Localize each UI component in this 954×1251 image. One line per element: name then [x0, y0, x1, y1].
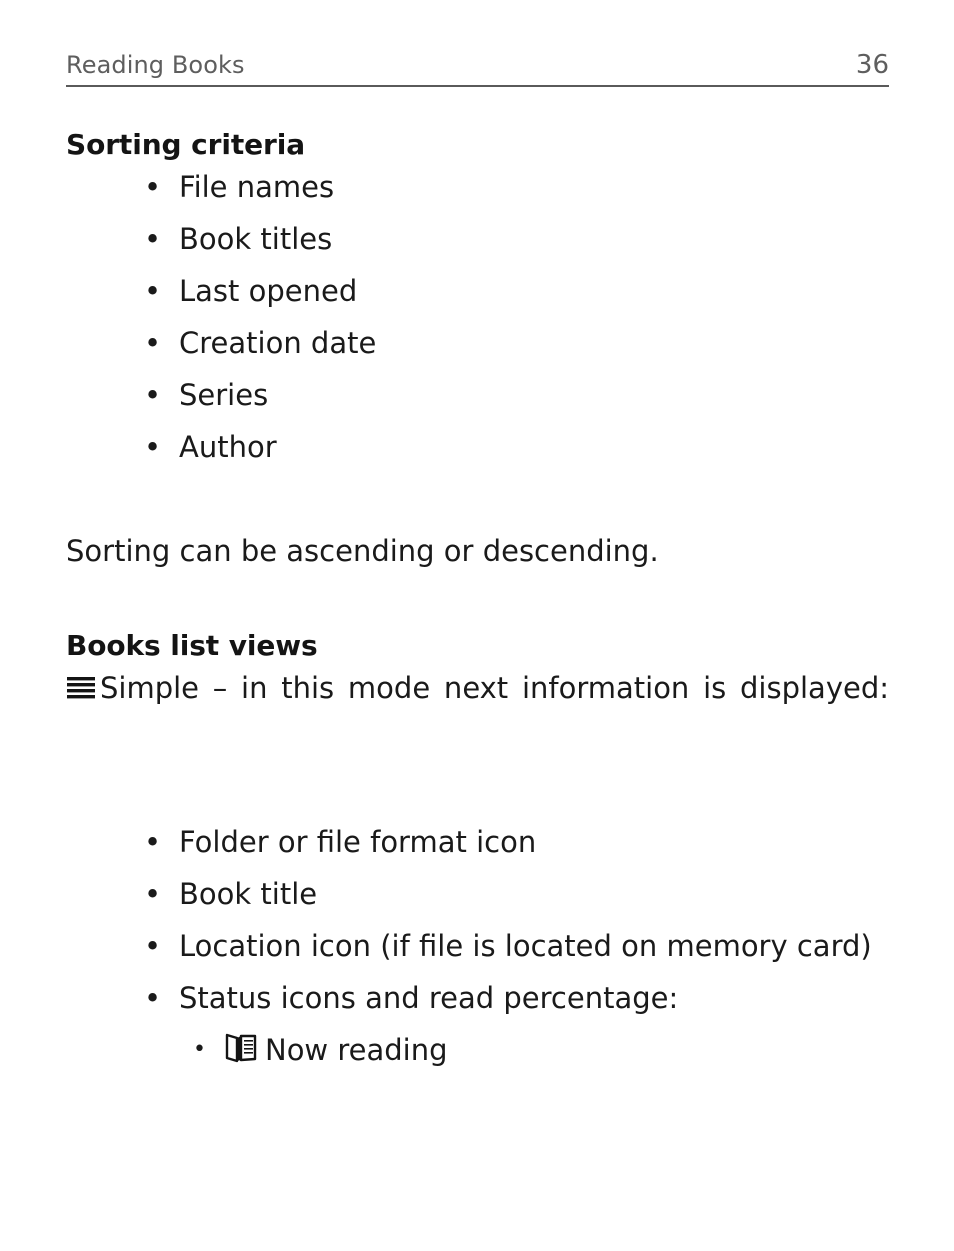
- simple-view-item-list: • Folder or file format icon • Book titl…: [66, 816, 889, 1024]
- list-item: • File names: [66, 161, 889, 213]
- sorting-criteria-list: • File names • Book titles • Last opened…: [66, 161, 889, 473]
- bullet-icon: •: [144, 326, 162, 361]
- list-item: • Author: [66, 421, 889, 473]
- list-item-label: Status icons and read percentage:: [179, 981, 679, 1016]
- list-item-label: Last opened: [179, 274, 358, 309]
- list-item: • Now reading: [66, 1024, 889, 1076]
- list-item: • Book title: [66, 868, 889, 920]
- bullet-icon: •: [144, 825, 162, 860]
- bullet-icon: •: [144, 170, 162, 205]
- bullet-icon: •: [144, 222, 162, 257]
- sorting-note-paragraph: Sorting can be ascending or descending.: [66, 534, 659, 569]
- list-item-label: Now reading: [265, 1033, 448, 1068]
- bullet-icon: •: [144, 378, 162, 413]
- bullet-icon: •: [144, 981, 162, 1016]
- bullet-icon: •: [144, 929, 162, 964]
- hamburger-list-icon: [66, 676, 96, 700]
- status-icon-sub-list: • Now reading: [66, 1024, 889, 1076]
- list-item-label: Book titles: [179, 222, 333, 257]
- bullet-icon: •: [193, 1037, 206, 1063]
- bullet-icon: •: [144, 430, 162, 465]
- heading-books-list-views: Books list views: [66, 629, 318, 663]
- list-item-label: Author: [179, 430, 277, 465]
- page-content: Sorting criteria • File names • Book tit…: [66, 128, 889, 1076]
- list-item-label: Folder or file format icon: [179, 825, 537, 860]
- list-item-label: Series: [179, 378, 269, 413]
- simple-view-text: Simple – in this mode next information i…: [100, 671, 889, 706]
- simple-view-paragraph: Simple – in this mode next information i…: [66, 662, 889, 768]
- list-item: • Series: [66, 369, 889, 421]
- list-item: • Creation date: [66, 317, 889, 369]
- running-header: Reading Books 36: [66, 52, 889, 87]
- list-item: • Last opened: [66, 265, 889, 317]
- list-item: • Location icon (if file is located on m…: [66, 920, 889, 972]
- heading-sorting-criteria: Sorting criteria: [66, 128, 305, 161]
- list-item: • Status icons and read percentage:: [66, 972, 889, 1024]
- list-item-label: Creation date: [179, 326, 377, 361]
- open-book-icon: [225, 1032, 259, 1064]
- bullet-icon: •: [144, 877, 162, 912]
- document-page: Reading Books 36 Sorting criteria • File…: [0, 0, 954, 1251]
- list-item-label: File names: [179, 170, 335, 205]
- page-number: 36: [855, 50, 889, 80]
- list-item-label: Book title: [179, 877, 318, 912]
- list-item: • Folder or file format icon: [66, 816, 889, 868]
- bullet-icon: •: [144, 274, 162, 309]
- list-item-label: Location icon (if file is located on mem…: [179, 929, 872, 964]
- list-item: • Book titles: [66, 213, 889, 265]
- header-chapter-title: Reading Books: [66, 51, 245, 79]
